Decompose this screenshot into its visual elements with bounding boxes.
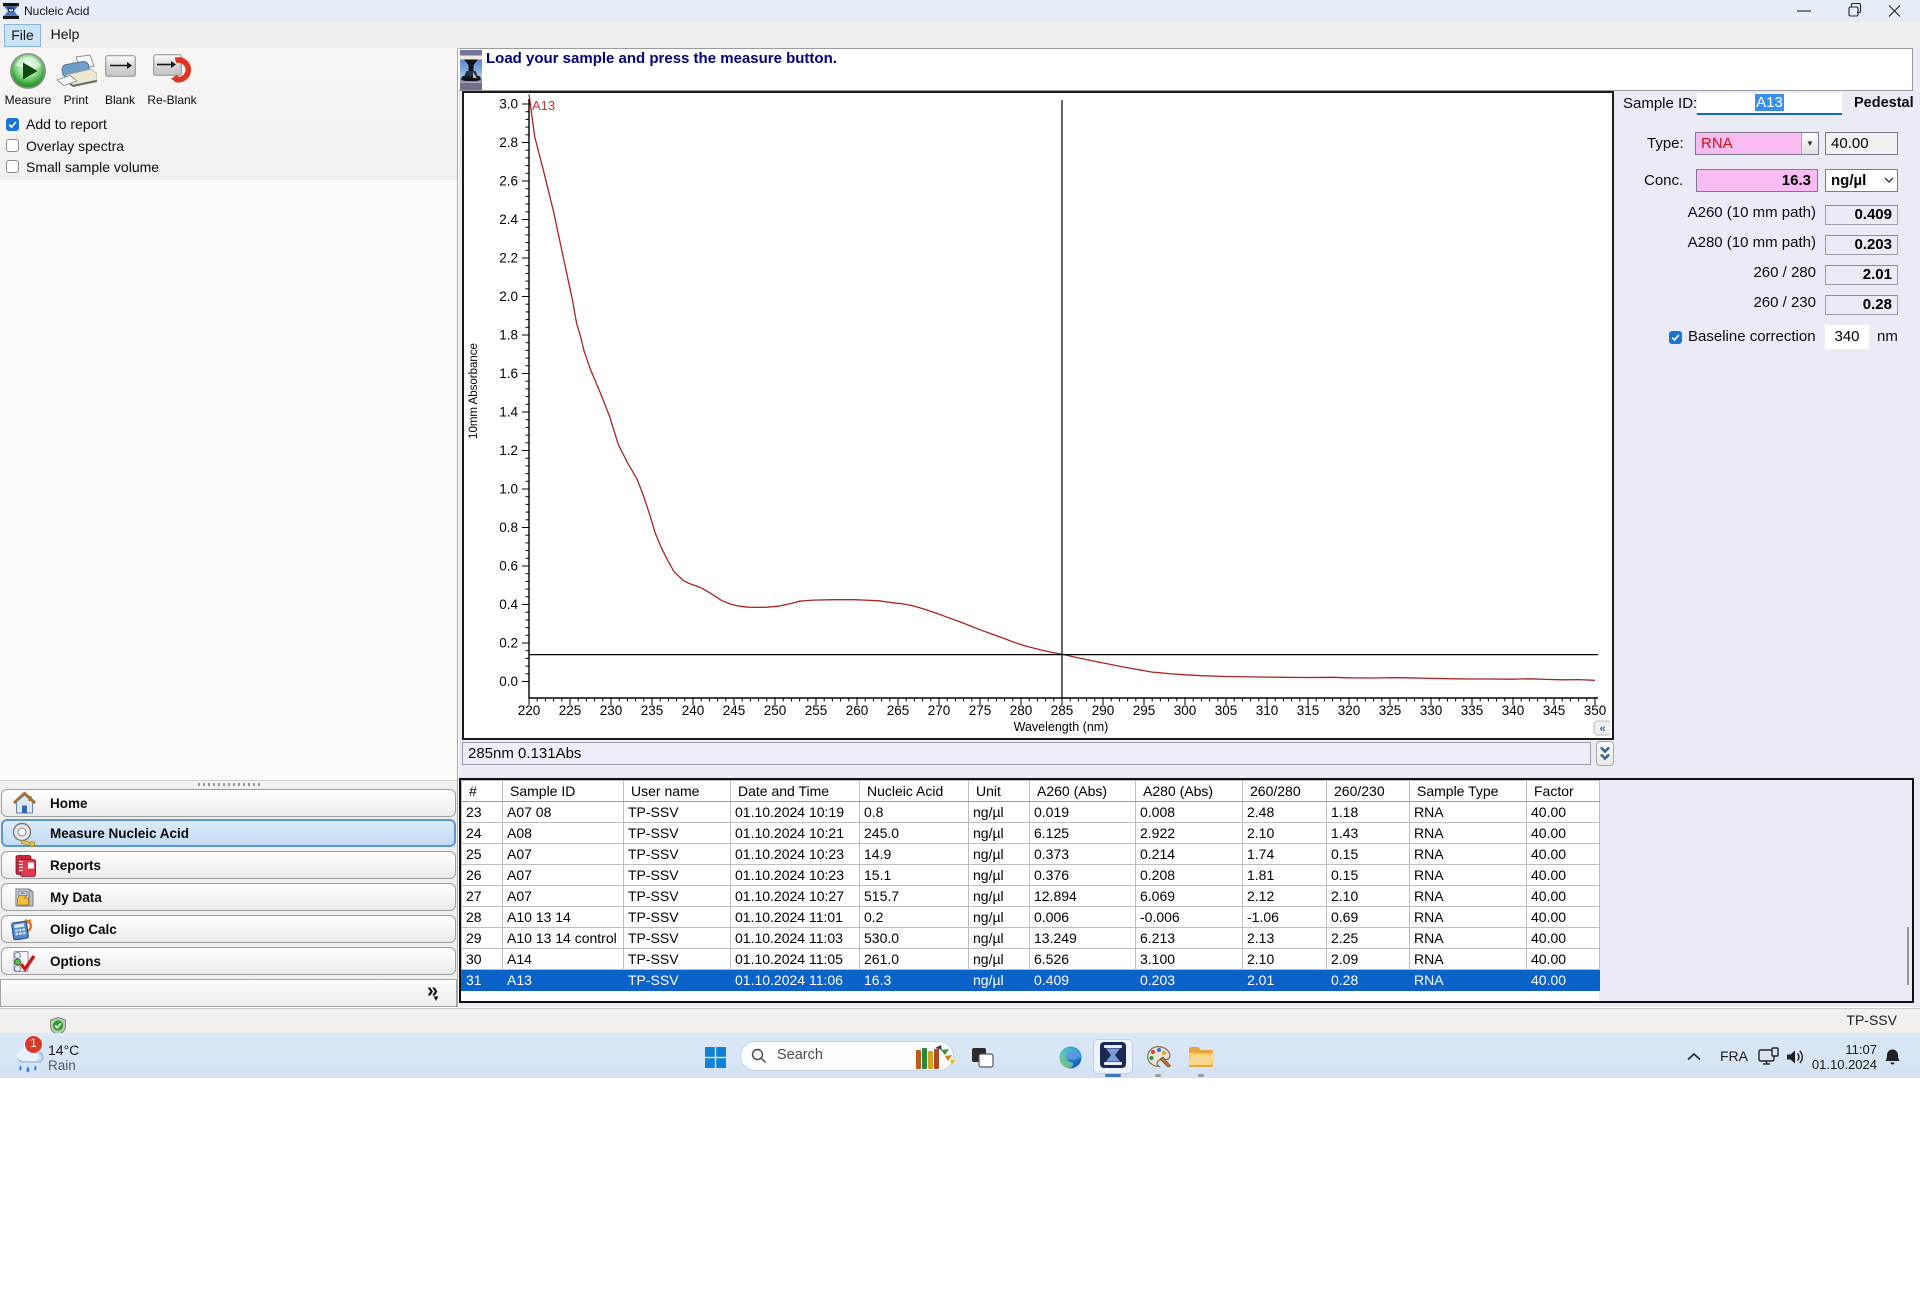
svg-text:A13: A13: [532, 98, 555, 113]
svg-text:2.6: 2.6: [499, 174, 518, 189]
svg-text:0.8: 0.8: [499, 520, 518, 535]
svg-text:2.4: 2.4: [499, 212, 518, 227]
svg-text:285: 285: [1051, 703, 1074, 718]
svg-text:«: «: [1599, 723, 1605, 735]
svg-text:260: 260: [846, 703, 869, 718]
svg-text:250: 250: [764, 703, 787, 718]
svg-text:320: 320: [1338, 703, 1361, 718]
svg-text:230: 230: [600, 703, 623, 718]
svg-text:310: 310: [1256, 703, 1279, 718]
svg-text:1.4: 1.4: [499, 405, 518, 420]
svg-text:3.0: 3.0: [499, 97, 518, 112]
svg-text:240: 240: [682, 703, 705, 718]
svg-text:350: 350: [1584, 703, 1607, 718]
svg-text:245: 245: [723, 703, 746, 718]
svg-text:255: 255: [805, 703, 828, 718]
svg-text:300: 300: [1174, 703, 1197, 718]
svg-text:Wavelength (nm): Wavelength (nm): [1014, 720, 1109, 734]
svg-text:335: 335: [1461, 703, 1484, 718]
svg-text:270: 270: [928, 703, 951, 718]
svg-text:2.0: 2.0: [499, 289, 518, 304]
svg-text:235: 235: [641, 703, 664, 718]
svg-text:0.2: 0.2: [499, 636, 518, 651]
svg-text:265: 265: [887, 703, 910, 718]
svg-text:315: 315: [1297, 703, 1320, 718]
svg-text:220: 220: [518, 703, 541, 718]
svg-text:290: 290: [1092, 703, 1115, 718]
svg-text:1.6: 1.6: [499, 366, 518, 381]
svg-text:0.6: 0.6: [499, 559, 518, 574]
svg-text:1.0: 1.0: [499, 482, 518, 497]
svg-text:325: 325: [1379, 703, 1402, 718]
svg-text:280: 280: [1010, 703, 1033, 718]
svg-text:225: 225: [559, 703, 582, 718]
svg-text:345: 345: [1543, 703, 1566, 718]
svg-text:2.2: 2.2: [499, 251, 518, 266]
svg-text:0.0: 0.0: [499, 674, 518, 689]
svg-text:10mm Absorbance: 10mm Absorbance: [468, 343, 480, 439]
svg-text:1.8: 1.8: [499, 328, 518, 343]
svg-text:340: 340: [1502, 703, 1525, 718]
svg-text:305: 305: [1215, 703, 1238, 718]
svg-text:2.8: 2.8: [499, 135, 518, 150]
svg-text:275: 275: [969, 703, 992, 718]
svg-text:1.2: 1.2: [499, 443, 518, 458]
svg-text:0.4: 0.4: [499, 597, 518, 612]
svg-text:330: 330: [1420, 703, 1443, 718]
svg-text:295: 295: [1133, 703, 1156, 718]
